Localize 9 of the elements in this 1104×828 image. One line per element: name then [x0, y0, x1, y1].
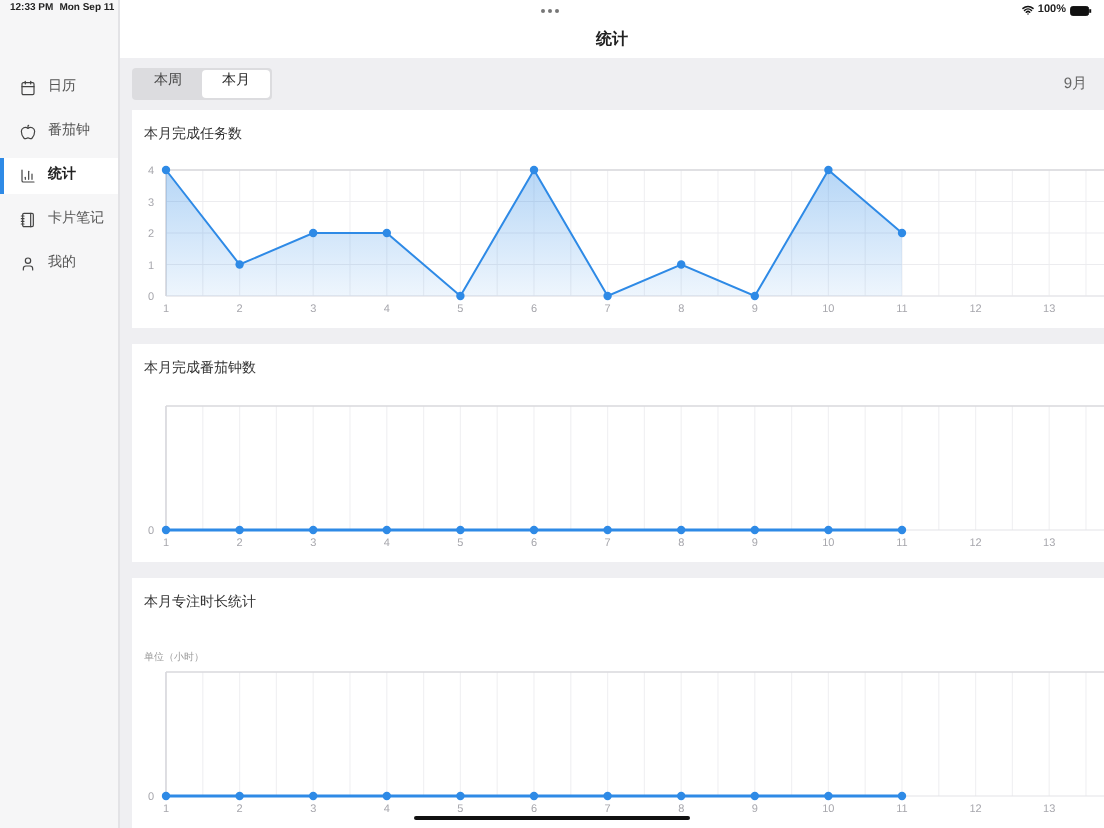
bar-chart-icon — [20, 168, 36, 184]
notebook-icon — [20, 212, 36, 228]
multitask-dots-icon[interactable] — [540, 7, 560, 13]
wifi-icon — [1021, 4, 1034, 16]
page-title: 统计 — [596, 27, 628, 52]
apple-icon — [20, 124, 36, 140]
calendar-icon — [20, 80, 36, 96]
user-icon — [20, 256, 36, 272]
battery-icon — [1070, 5, 1092, 15]
